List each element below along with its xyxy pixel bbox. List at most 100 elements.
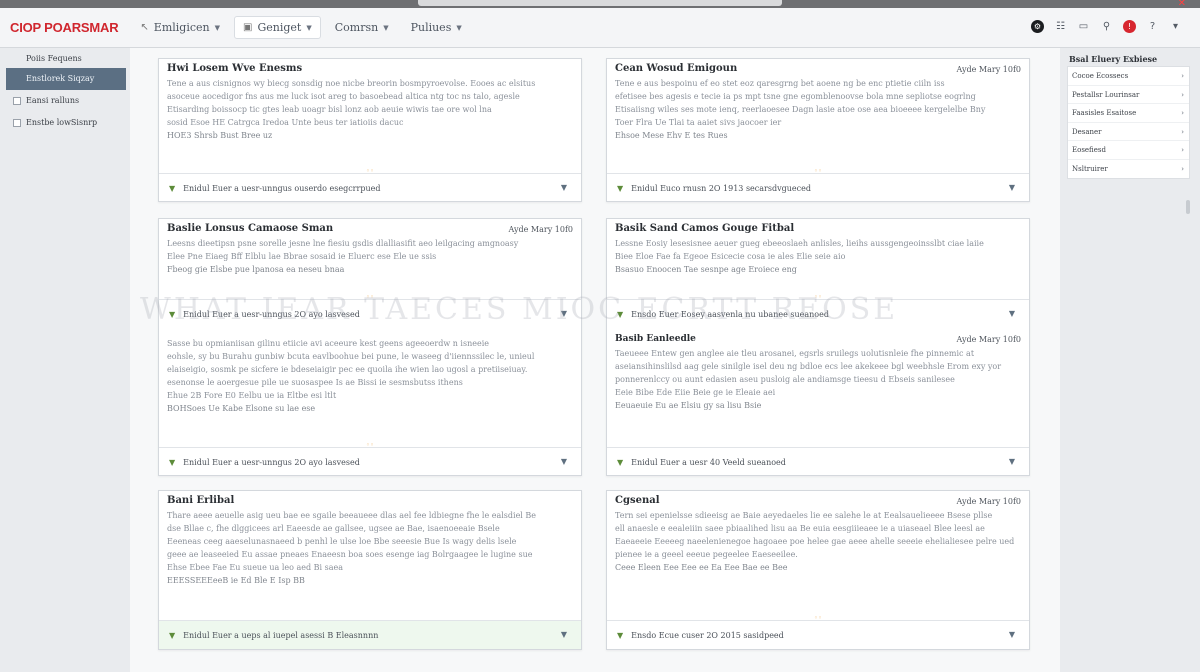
nav-item-label: Geniget: [257, 21, 302, 34]
card-text-line: Biee Eloe Fae fa Egeoe Esicecie cosa ie …: [615, 252, 846, 261]
card-text-line: efetisee bes agesis e tecie ia ps mpt ts…: [615, 92, 976, 101]
right-panel-item[interactable]: Desaner ›: [1068, 123, 1189, 141]
right-panel-item[interactable]: Faasisles Esaitose ›: [1068, 104, 1189, 123]
alert-icon[interactable]: !: [1123, 20, 1136, 33]
card-text-line: Tene a aus cisnignos wy biecg sonsdig no…: [167, 79, 536, 88]
card-text-line: elaiseigio, sosmk pe sicfere ie bdeseiai…: [167, 365, 528, 374]
card-text-line: aseiansihinslilsd aag gele sinilgle isel…: [615, 362, 1002, 371]
chevron-down-icon: ▼: [214, 23, 220, 32]
card-footer[interactable]: ▼ Ensdo Ecue cuser 2O 2015 sasidpeed ▼: [607, 620, 1029, 649]
grid-icon[interactable]: ☷: [1054, 20, 1067, 33]
card-text-line: Etisarding boissocp tic gtes leab uoagr …: [167, 105, 492, 114]
card-meta-line: Eeuaeuie Eu ae Elsiu gy sa lisu Bsie: [615, 401, 762, 410]
card-text-line: Tene e aus bespoinu ef eo stet eoz qares…: [615, 79, 945, 88]
settings-icon[interactable]: ⚙: [1031, 20, 1044, 33]
card-header: Cgsenal Ayde Mary 10f0: [607, 491, 1029, 509]
chevron-down-icon: ▼: [456, 23, 462, 32]
nav-item-comrsn[interactable]: Comrsn ▼: [327, 17, 397, 38]
card-title[interactable]: Bani Erlibal: [167, 495, 234, 506]
chevron-down-icon[interactable]: ▼: [1009, 630, 1015, 639]
brand-logo[interactable]: CIOP POARSMAR: [10, 20, 119, 35]
card-meta-line: Bsasuo Enoocen Tae sesnpe age Eroiece en…: [615, 265, 797, 274]
card-footer[interactable]: ▼ Enidul Euer a ueps al iuepel asessi B …: [159, 620, 581, 649]
nav-item-label: Puliues: [410, 21, 452, 34]
pin-icon: ▼: [617, 183, 624, 193]
sidebar-item-enstbe[interactable]: Enstbe lowSisnrp: [0, 112, 130, 134]
chevron-down-icon[interactable]: ▼: [1009, 309, 1015, 318]
right-panel-item-label: Nsltruirer: [1072, 164, 1108, 173]
checkbox[interactable]: [13, 119, 21, 127]
pin-icon: ▼: [169, 457, 176, 467]
card-title[interactable]: Cean Wosud Emigoun: [615, 63, 737, 74]
nav-item-emligicen[interactable]: ↖ Emligicen ▼: [132, 17, 228, 38]
sidebar-item-enstlorek[interactable]: Enstlorek Siqzay: [6, 68, 126, 90]
right-panel-item[interactable]: Nsltruirer ›: [1068, 160, 1189, 179]
chevron-down-icon[interactable]: ▼: [561, 630, 567, 639]
chevron-right-icon: ›: [1181, 146, 1184, 154]
nav-item-geniget[interactable]: ▣ Geniget ▼: [234, 16, 321, 39]
card-date: Ayde Mary 10f0: [956, 497, 1021, 506]
card-title[interactable]: Baslie Lonsus Camaose Sman: [167, 223, 333, 234]
card-title[interactable]: Hwi Losem Wve Enesms: [167, 63, 302, 74]
nav-item-puliues[interactable]: Puliues ▼: [403, 17, 470, 38]
section-header: Basib Eanleedle Ayde Mary 10f0: [607, 331, 1029, 347]
card-footer[interactable]: ▼ Enidul Euer a uesr-unngus 2O ayo lasve…: [159, 299, 581, 328]
chevron-right-icon: ›: [1181, 109, 1184, 117]
card-footer[interactable]: ▼ Ensdo Euer Eosey aasvenla nu ubanee su…: [607, 299, 1029, 328]
card-footer[interactable]: ▼ Enidul Euco rnusn 2O 1913 secarsdvguec…: [607, 173, 1029, 202]
card-title[interactable]: Basik Sand Camos Gouge Fitbal: [615, 223, 794, 234]
card-text-line: Eaeaeeie Eeeeeg naeelenienegoe hagoaee p…: [615, 537, 1015, 546]
card-footer[interactable]: ▼ Enidul Euer a uesr-unngus 2O ayo lasve…: [159, 447, 581, 476]
card-text-line: pienee ie a geeel eeeue pegeelee Eaeseei…: [615, 550, 798, 559]
chevron-right-icon: ›: [1181, 164, 1184, 173]
card-text-line: geee ae leaseeied Eu assae pneaes Enaees…: [167, 550, 533, 559]
right-panel-item[interactable]: Cocoe Ecossecs ›: [1068, 67, 1189, 86]
card-footer[interactable]: ▼ Enidul Euer a uesr 40 Veeld sueanoed ▼: [607, 447, 1029, 476]
pin-icon[interactable]: ⚲: [1100, 20, 1113, 33]
right-panel-item[interactable]: Pestallsr Lourinsar ›: [1068, 86, 1189, 104]
card-title[interactable]: Cgsenal: [615, 495, 660, 506]
expanded-section: Sasse bu opmianiisan gilinu etiicie avi …: [159, 337, 581, 415]
chevron-down-icon[interactable]: ▼: [561, 457, 567, 466]
sidebar-item-eansi[interactable]: Eansi ralluns: [0, 90, 130, 112]
right-panel-item[interactable]: Eosefiesd ›: [1068, 141, 1189, 160]
address-bar[interactable]: [418, 0, 782, 6]
section-date: Ayde Mary 10f0: [956, 335, 1021, 344]
card-text-line: ell anaesle e eealeiiin saee pbiaalihed …: [615, 524, 985, 533]
help-icon[interactable]: ?: [1146, 20, 1159, 33]
chevron-down-icon[interactable]: ▾: [1169, 20, 1182, 33]
chevron-down-icon[interactable]: ▼: [1009, 457, 1015, 466]
sidebar-item-label: Enstbe lowSisnrp: [26, 118, 98, 127]
card-footer-label: Enidul Euer a uesr-unngus 2O ayo lasvese…: [183, 309, 360, 319]
chevron-down-icon[interactable]: ▼: [1009, 183, 1015, 192]
card-header: Hwi Losem Wve Enesms: [159, 59, 581, 77]
section-title[interactable]: Basib Eanleedle: [615, 334, 696, 344]
card-meta-line: BOHSoes Ue Kabe Elsone su lae ese: [167, 404, 316, 413]
pin-icon: ▼: [169, 630, 176, 640]
sidebar-heading: Poiis Fequens: [26, 54, 82, 63]
card-header: Bani Erlibal: [159, 491, 581, 509]
card-meta-line: Fbeog gie Elsbe pue lpanosa ea neseu bna…: [167, 265, 345, 274]
chevron-down-icon[interactable]: ▼: [561, 183, 567, 192]
card-footer-label: Ensdo Euer Eosey aasvenla nu ubanee suea…: [631, 309, 829, 319]
toolbar-icons: ⚙ ☷ ▭ ⚲ ! ? ▾: [1031, 20, 1182, 33]
checkbox[interactable]: [13, 97, 21, 105]
right-panel-title: Bsal Eluery Exbiese: [1069, 54, 1158, 64]
pin-icon: ▼: [169, 309, 176, 319]
right-panel-item-label: Eosefiesd: [1072, 146, 1106, 154]
card-footer[interactable]: ▼ Enidul Euer a uesr-unngus ouserdo eseg…: [159, 173, 581, 202]
card-date: Ayde Mary 10f0: [956, 65, 1021, 74]
right-panel: Bsal Eluery Exbiese Cocoe Ecossecs › Pes…: [1063, 48, 1200, 672]
scrollbar-thumb[interactable]: [1186, 200, 1190, 214]
card-text-line: Etisaiisng wiles ses mote ienq, reerlaoe…: [615, 105, 986, 114]
card-date: Ayde Mary 10f0: [508, 225, 573, 234]
chevron-right-icon: ›: [1181, 72, 1184, 80]
card-text-line: eohsle, sy bu Burahu gunbiw bcuta eavlbo…: [167, 352, 535, 361]
panel-icon[interactable]: ▭: [1077, 20, 1090, 33]
card-text-line: Ehue 2B Fore E0 Eelbu ue ia Eltbe esi lt…: [167, 391, 337, 400]
chevron-down-icon[interactable]: ▼: [561, 309, 567, 318]
card-meta-line: HOE3 Shrsb Bust Bree uz: [167, 131, 273, 140]
card-text-line: Sasse bu opmianiisan gilinu etiicie avi …: [167, 339, 489, 348]
article-card: Cean Wosud Emigoun Ayde Mary 10f0 Tene e…: [606, 58, 1030, 202]
card-text-line: Leesns dieetipsn psne sorelle jesne lne …: [167, 239, 519, 248]
